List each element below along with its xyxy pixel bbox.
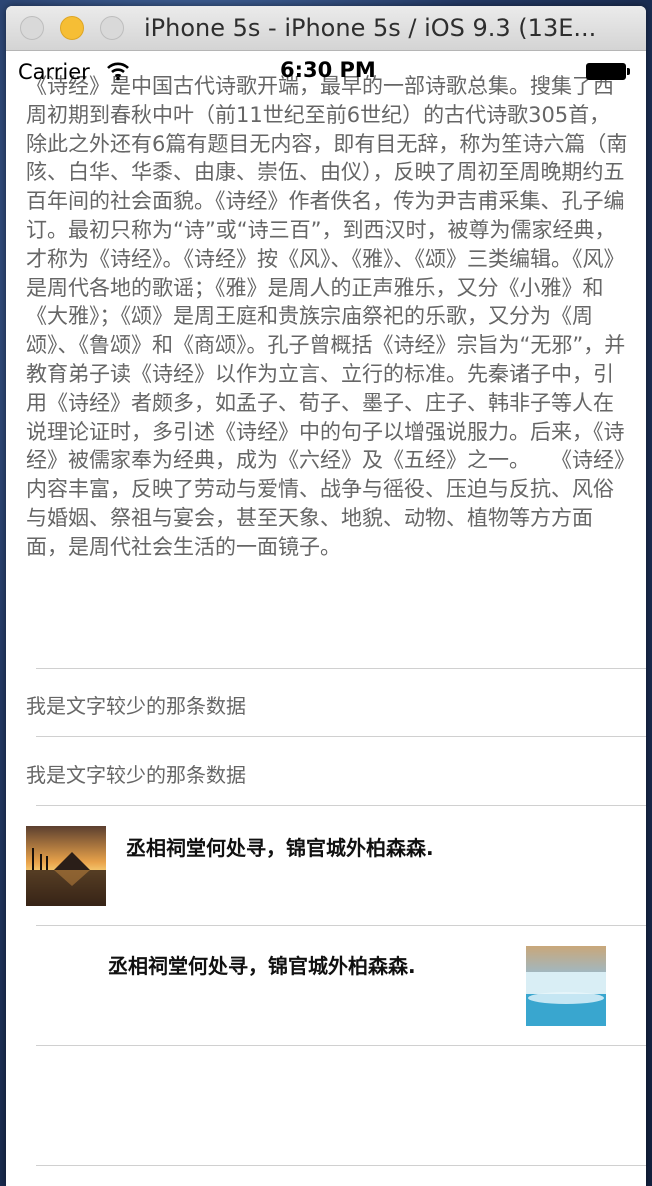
cell-separator — [36, 805, 646, 806]
cell-separator — [36, 1045, 646, 1046]
minimize-window-button[interactable] — [60, 16, 84, 40]
ios-status-bar: Carrier 6:30 PM — [6, 58, 646, 94]
waterfall-image — [526, 946, 606, 1026]
short-text-cell-1: 我是文字较少的那条数据 — [26, 694, 246, 718]
zoom-window-button[interactable] — [100, 16, 124, 40]
long-text-cell: 《诗经》是中国古代诗歌开端，最早的一部诗歌总集。搜集了西周初期到春秋中叶（前11… — [26, 74, 628, 559]
battery-tip-icon — [627, 68, 630, 75]
cell-separator — [36, 1165, 646, 1166]
status-time: 6:30 PM — [280, 58, 376, 82]
window-titlebar[interactable]: iPhone 5s - iPhone 5s / iOS 9.3 (13E... — [6, 6, 646, 51]
simulator-window: iPhone 5s - iPhone 5s / iOS 9.3 (13E... … — [6, 6, 646, 1186]
window-title: iPhone 5s - iPhone 5s / iOS 9.3 (13E... — [144, 14, 597, 42]
cell-separator — [36, 668, 646, 669]
mountain-sunset-image — [26, 826, 106, 906]
image-left-cell-text: 丞相祠堂何处寻，锦官城外柏森森. — [126, 836, 434, 860]
carrier-label: Carrier — [18, 60, 90, 84]
cell-separator — [36, 925, 646, 926]
image-right-cell-text: 丞相祠堂何处寻，锦官城外柏森森. — [108, 954, 416, 978]
battery-icon — [586, 63, 626, 80]
close-window-button[interactable] — [20, 16, 44, 40]
cell-separator — [36, 736, 646, 737]
wifi-icon — [106, 61, 130, 81]
short-text-cell-2: 我是文字较少的那条数据 — [26, 763, 246, 787]
